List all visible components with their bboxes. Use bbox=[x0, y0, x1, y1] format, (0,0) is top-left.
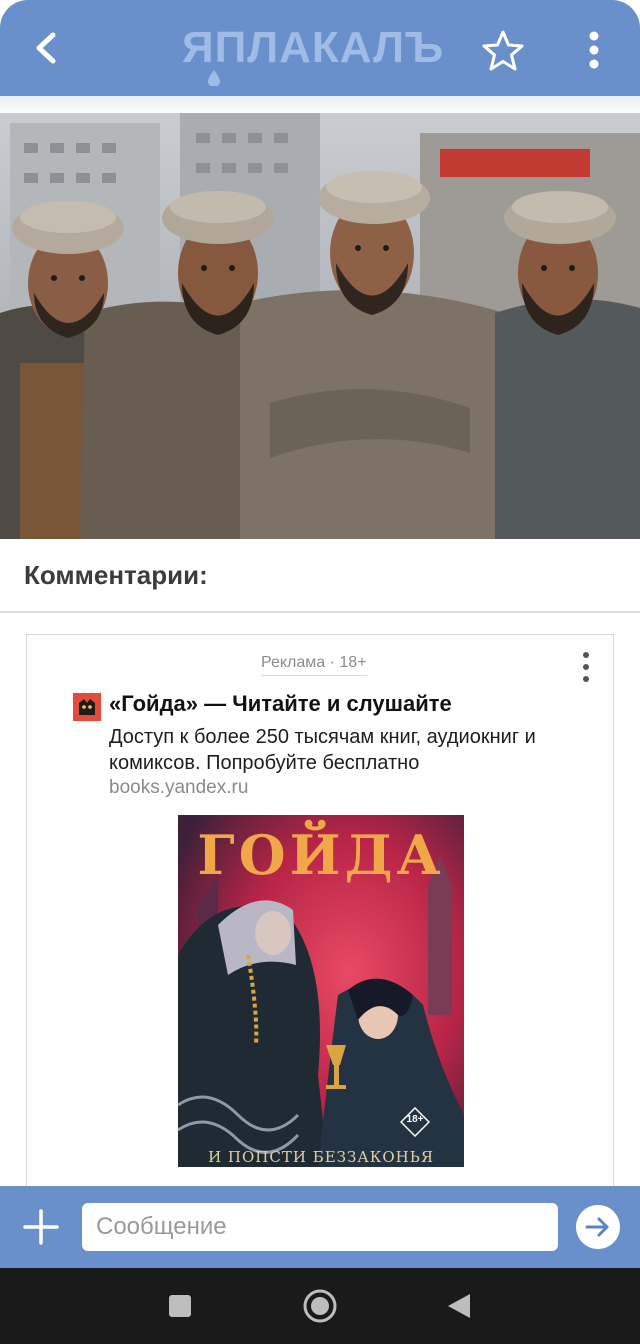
post-photo-illustration bbox=[0, 113, 640, 539]
system-nav-bar bbox=[0, 1268, 640, 1344]
plus-icon[interactable] bbox=[20, 1206, 62, 1248]
post-image[interactable] bbox=[0, 113, 640, 539]
more-vertical-icon[interactable] bbox=[576, 26, 612, 74]
top-app-bar: ЯПЛАКАЛЪ bbox=[0, 0, 640, 96]
recents-square-icon[interactable] bbox=[160, 1286, 200, 1326]
book-cover-subtitle: И ПОПСТИ БЕЗЗАКОНЬЯ НАШИ bbox=[208, 1148, 434, 1167]
home-circle-icon[interactable] bbox=[300, 1286, 340, 1326]
book-cover-age-badge: 18+ bbox=[406, 1114, 424, 1125]
message-input[interactable] bbox=[82, 1203, 558, 1251]
advertiser-favicon bbox=[73, 693, 101, 721]
site-logo[interactable]: ЯПЛАКАЛЪ bbox=[182, 22, 462, 86]
tear-drop-icon bbox=[208, 70, 220, 86]
star-outline-icon[interactable] bbox=[480, 28, 526, 74]
message-bar bbox=[0, 1186, 640, 1268]
ad-title[interactable]: «Гойда» — Читайте и слушайте bbox=[109, 691, 452, 717]
ad-description: Доступ к более 250 тысячам книг, аудиокн… bbox=[109, 726, 536, 774]
ad-more-vertical-icon[interactable] bbox=[575, 649, 597, 685]
ad-card[interactable]: Реклама · 18+ «Гойда» — Читайте и слушай… bbox=[26, 634, 614, 1194]
ad-label: Реклама · 18+ bbox=[261, 654, 367, 676]
ad-domain-link[interactable]: books.yandex.ru bbox=[109, 777, 248, 799]
back-triangle-icon[interactable] bbox=[440, 1286, 480, 1326]
back-arrow-icon bbox=[36, 32, 56, 64]
ad-book-cover[interactable]: ГОЙДА 18+ И ПОПСТИ БЕЗЗАКОНЬЯ НАШИ bbox=[178, 815, 464, 1167]
comments-heading: Комментарии: bbox=[24, 560, 208, 590]
send-arrow-icon[interactable] bbox=[576, 1205, 620, 1249]
header-shadow bbox=[0, 96, 640, 114]
section-divider bbox=[0, 611, 640, 613]
book-cover-title: ГОЙДА bbox=[197, 823, 445, 887]
logo-text: ЯПЛАКАЛЪ bbox=[182, 23, 445, 72]
back-button[interactable] bbox=[22, 24, 70, 72]
